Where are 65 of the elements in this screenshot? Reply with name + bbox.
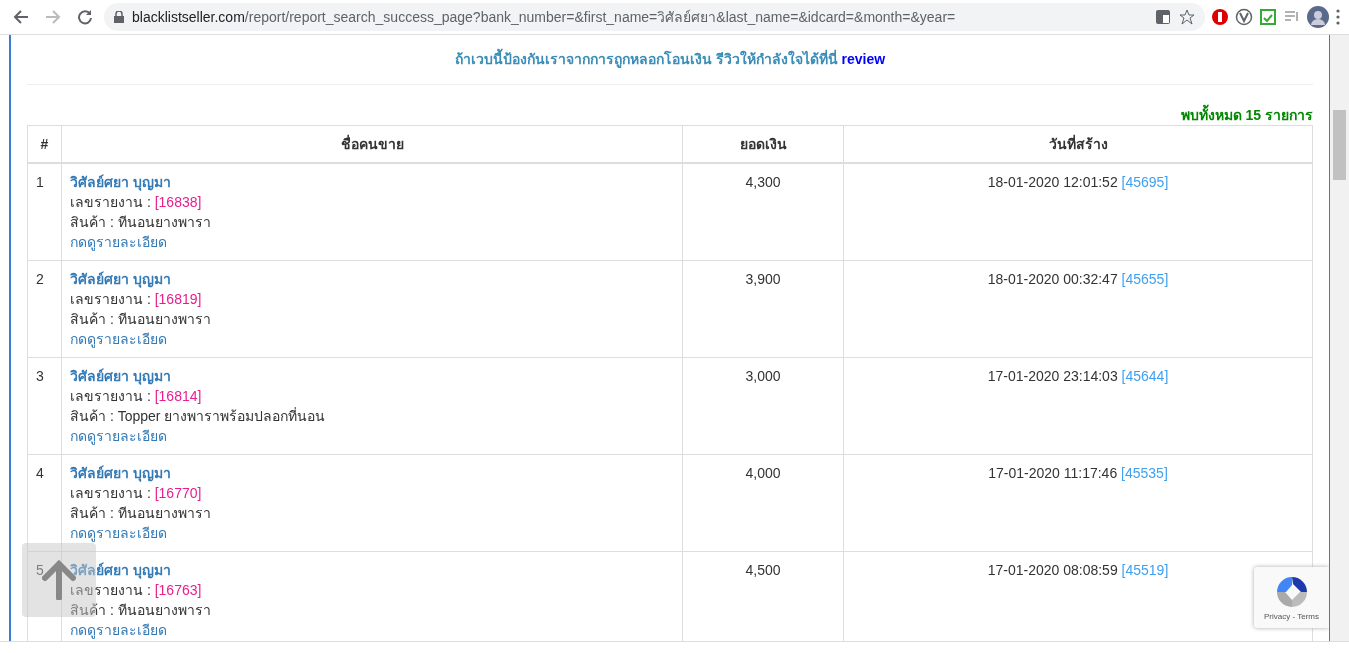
stop-sign-icon[interactable] <box>1211 8 1229 26</box>
created-date: 17-01-2020 11:17:46 <box>988 465 1118 481</box>
star-icon[interactable] <box>1179 9 1195 25</box>
report-label: เลขรายงาน : <box>70 582 151 598</box>
report-label: เลขรายงาน : <box>70 194 151 210</box>
detail-link[interactable]: กดดูรายละเอียด <box>70 331 167 347</box>
menu-icon[interactable] <box>1335 8 1341 26</box>
seller-link[interactable]: วิศัลย์ศยา บุญมา <box>70 465 171 481</box>
amount-text: 4,300 <box>745 174 781 190</box>
report-number: [16763] <box>154 582 202 598</box>
report-number: [16770] <box>154 485 202 501</box>
detail-link[interactable]: กดดูรายละเอียด <box>70 234 167 250</box>
notice-text: ถ้าเวบนี้ป้องกันเราจากการถูกหลอกโอนเงิน รีวิวให้กำลังใจได้ที่นี่ review <box>27 35 1313 85</box>
report-label: เลขรายงาน : <box>70 388 151 404</box>
product-text: สินค้า : ทีนอนยางพารา <box>70 504 212 523</box>
privacy-terms-links[interactable]: Privacy - Terms <box>1264 610 1319 623</box>
back-arrow-icon[interactable] <box>13 9 29 25</box>
report-label: เลขรายงาน : <box>70 291 151 307</box>
reload-icon[interactable] <box>77 9 93 25</box>
created-id-link[interactable]: [45519] <box>1121 562 1169 578</box>
report-label: เลขรายงาน : <box>70 485 151 501</box>
product-text: สินค้า : ทีนอนยางพารา <box>70 310 212 329</box>
amount-text: 4,500 <box>745 562 781 578</box>
report-number: [16838] <box>154 194 202 210</box>
column-header: วันที่สร้าง <box>843 125 1313 163</box>
row-number: 5 <box>27 551 62 641</box>
created-id-link[interactable]: [45644] <box>1121 368 1169 384</box>
created-date: 18-01-2020 00:32:47 <box>987 271 1118 287</box>
lock-icon <box>114 11 124 23</box>
row-number: 4 <box>27 454 62 552</box>
created-id-link[interactable]: [45655] <box>1121 271 1169 287</box>
seller-link[interactable]: วิศัลย์ศยา บุญมา <box>70 271 171 287</box>
seller-link[interactable]: วิศัลย์ศยา บุญมา <box>70 562 171 578</box>
created-date: 17-01-2020 08:08:59 <box>987 562 1118 578</box>
result-count: พบทั้งหมด 15 รายการ <box>27 105 1313 125</box>
amount-text: 4,000 <box>745 465 781 481</box>
product-text: สินค้า : Topper ยางพาราพร้อมปลอกที่นอน <box>70 406 327 426</box>
detail-link[interactable]: กดดูรายละเอียด <box>70 525 167 541</box>
product-text: สินค้า : ทีนอนยางพารา <box>70 601 212 620</box>
avatar-icon[interactable] <box>1307 6 1329 28</box>
review-link[interactable]: review <box>841 51 886 67</box>
row-number: 3 <box>27 357 62 455</box>
row-number: 1 <box>27 163 62 261</box>
seller-link[interactable]: วิศัลย์ศยา บุญมา <box>70 368 171 384</box>
column-header: # <box>27 125 62 163</box>
amount-text: 3,000 <box>745 368 781 384</box>
created-date: 18-01-2020 12:01:52 <box>987 174 1118 190</box>
detail-link[interactable]: กดดูรายละเอียด <box>70 428 167 444</box>
column-header: ยอดเงิน <box>682 125 844 163</box>
column-header: ชื่อคนขาย <box>61 125 683 163</box>
scrollbar[interactable] <box>1329 35 1349 641</box>
product-text: สินค้า : ทีนอนยางพารา <box>70 213 212 232</box>
translate-icon[interactable] <box>1155 9 1171 25</box>
v-circle-icon[interactable] <box>1235 8 1253 26</box>
row-number: 2 <box>27 260 62 358</box>
created-date: 17-01-2020 23:14:03 <box>987 368 1118 384</box>
report-number: [16819] <box>154 291 202 307</box>
address-bar[interactable]: blacklistseller.com/report/report_search_success_page?bank_number=&first_name=วิศัลย์ศยา&last_name=&idcard=&month=&year= <box>104 3 1205 31</box>
window-check-icon[interactable] <box>1259 8 1277 26</box>
detail-link[interactable]: กดดูรายละเอียด <box>70 622 167 638</box>
created-id-link[interactable]: [45535] <box>1121 465 1168 481</box>
created-id-link[interactable]: [45695] <box>1121 174 1169 190</box>
amount-text: 3,900 <box>745 271 781 287</box>
seller-link[interactable]: วิศัลย์ศยา บุญมา <box>70 174 171 190</box>
report-number: [16814] <box>154 388 202 404</box>
